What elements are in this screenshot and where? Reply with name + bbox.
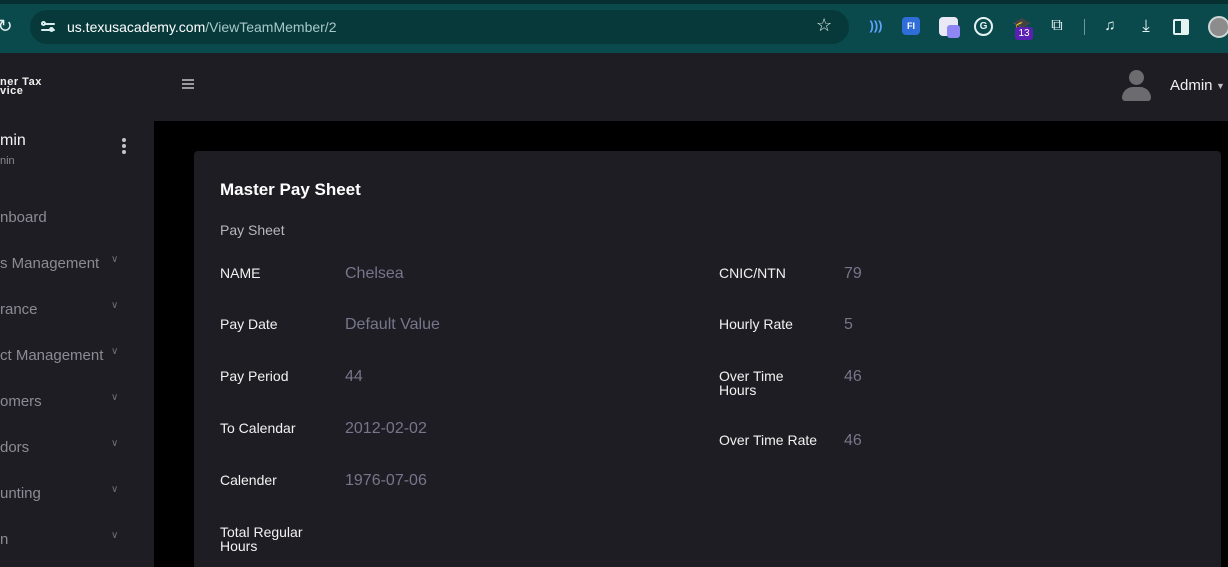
caret-down-icon[interactable]: ▼ [1216,77,1225,95]
sidebar-user-role: nin [0,155,15,167]
chevron-down-icon: ∨ [111,438,119,449]
sidebar-item-misc[interactable]: n ∨ [0,528,154,552]
sidebar-item-users-management[interactable]: s Management ∨ [0,252,154,276]
brand-logo-text[interactable]: ner Tax vice [0,77,42,97]
field-value-hourly-rate: 5 [844,316,853,333]
pay-sheet-card: Master Pay Sheet Pay Sheet NAME Chelsea … [194,151,1221,567]
toolbar-divider [1084,19,1085,35]
grammarly-extension-icon[interactable]: G [974,17,993,36]
field-label-over-time-rate: Over Time Rate [719,432,818,448]
field-label-calender: Calender [220,472,277,488]
sidebar-item-label: rance [0,301,38,318]
field-label-hourly-rate: Hourly Rate [719,316,793,332]
address-bar[interactable]: us.texusacademy.com/ViewTeamMember/2 ☆ [30,10,849,44]
url-text[interactable]: us.texusacademy.com/ViewTeamMember/2 [67,19,337,35]
bookmark-star-icon[interactable]: ☆ [816,15,832,36]
fi-extension-icon[interactable]: FI [902,17,920,35]
user-options-kebab-icon[interactable] [122,138,128,156]
sidebar-item-dashboard[interactable]: nboard [0,206,154,230]
field-label-over-time-hours: Over Time Hours [719,368,784,398]
download-icon[interactable]: ⤓ [1135,14,1157,38]
extensions-puzzle-icon[interactable]: ⧉ [1046,14,1068,38]
field-value-cnic-ntn: 79 [844,265,862,282]
sidebar-item-label: n [0,531,9,548]
sidebar: ner Tax vice min nin nboard s Management… [0,53,154,567]
sidebar-item-label: nboard [0,209,47,226]
chevron-down-icon: ∨ [111,392,119,403]
field-label-total-regular-hours: Total Regular Hours [220,524,303,554]
app-header: Admin ▼ [154,53,1228,121]
field-value-pay-period: 44 [345,368,363,385]
field-label-pay-date: Pay Date [220,316,278,332]
brand-line-2: vice [0,85,24,97]
media-controls-icon[interactable]: ♫ [1099,14,1121,38]
sidebar-item-accounting[interactable]: unting ∨ [0,482,154,506]
field-label-name: NAME [220,265,261,281]
browser-toolbar: ↻ us.texusacademy.com/ViewTeamMember/2 ☆… [0,0,1228,53]
sidebar-item-vendors[interactable]: dors ∨ [0,436,154,460]
screenshot-extension-icon[interactable] [939,17,960,38]
url-host: us.texusacademy.com [67,19,206,35]
admin-menu-label[interactable]: Admin [1170,77,1213,94]
sidebar-item-label: ct Management [0,347,104,364]
card-subtitle: Pay Sheet [220,222,285,238]
menu-toggle-icon[interactable] [182,79,194,89]
reload-icon[interactable]: ↻ [0,15,16,37]
url-path: /ViewTeamMember/2 [205,19,337,35]
read-aloud-extension-icon[interactable]: ))) [865,14,887,38]
site-settings-icon[interactable] [40,19,56,35]
sidebar-user-name: min [0,132,26,149]
sidebar-item-product-management[interactable]: ct Management ∨ [0,344,154,368]
user-avatar-icon[interactable] [1120,70,1152,102]
extension-badge: 13 [1015,27,1033,40]
field-label-to-calendar: To Calendar [220,420,296,436]
field-label-cnic-ntn: CNIC/NTN [719,265,786,281]
sidebar-item-insurance[interactable]: rance ∨ [0,298,154,322]
field-value-calender: 1976-07-06 [345,472,427,489]
field-value-over-time-hours: 46 [844,368,862,385]
field-value-pay-date: Default Value [345,316,440,333]
sidebar-item-label: omers [0,393,42,410]
field-value-to-calendar: 2012-02-02 [345,420,427,437]
chevron-down-icon: ∨ [111,484,119,495]
field-label-pay-period: Pay Period [220,368,289,384]
profile-avatar-icon[interactable] [1208,16,1228,38]
side-panel-icon[interactable] [1173,19,1189,35]
sidebar-item-customers[interactable]: omers ∨ [0,390,154,414]
chevron-down-icon: ∨ [111,530,119,541]
chevron-down-icon: ∨ [111,254,119,265]
tab-strip [0,0,1228,4]
sidebar-item-label: dors [0,439,30,456]
field-value-name: Chelsea [345,265,404,282]
sidebar-item-label: unting [0,485,41,502]
page-title: Master Pay Sheet [220,180,361,199]
chevron-down-icon: ∨ [111,300,119,311]
chevron-down-icon: ∨ [111,346,119,357]
field-value-over-time-rate: 46 [844,432,862,449]
sidebar-item-label: s Management [0,255,100,272]
